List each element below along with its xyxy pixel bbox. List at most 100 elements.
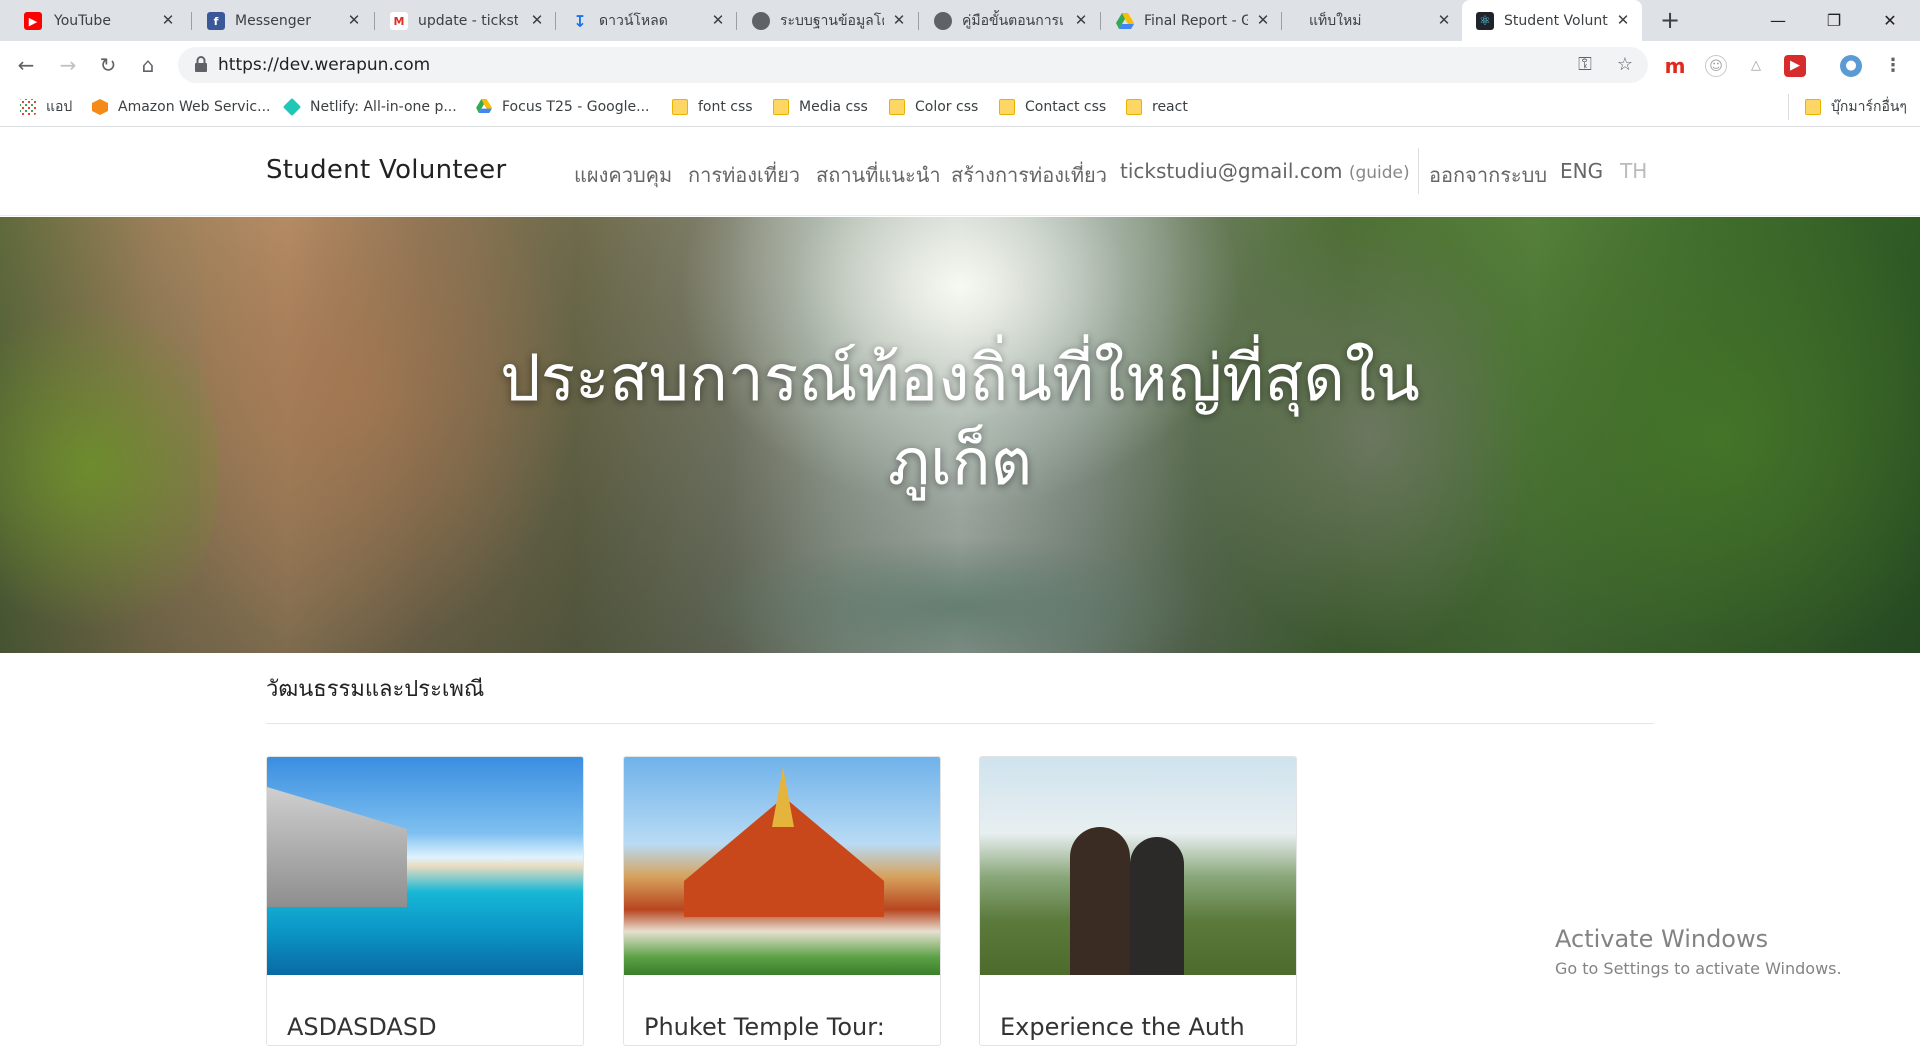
close-icon[interactable]: ✕ bbox=[528, 11, 546, 29]
tab-youtube[interactable]: ▶ YouTube ✕ bbox=[0, 0, 187, 41]
nav-logout[interactable]: ออกจากระบบ bbox=[1429, 159, 1547, 191]
minimize-button[interactable]: — bbox=[1750, 0, 1806, 41]
tab-separator bbox=[918, 12, 919, 30]
google-drive-icon bbox=[476, 99, 492, 115]
bookmark-react[interactable]: react bbox=[1126, 94, 1188, 120]
download-icon: ↧ bbox=[573, 11, 587, 31]
close-icon[interactable]: ✕ bbox=[345, 11, 363, 29]
close-icon[interactable]: ✕ bbox=[890, 11, 908, 29]
close-icon[interactable]: ✕ bbox=[1614, 11, 1632, 29]
browser-tab-strip: ▶ YouTube ✕ f Messenger ✕ M update - tic… bbox=[0, 0, 1920, 41]
folder-icon bbox=[1126, 99, 1142, 115]
new-tab-button[interactable]: + bbox=[1657, 8, 1683, 34]
nav-tours[interactable]: การท่องเที่ยว bbox=[688, 159, 800, 191]
bookmark-netlify[interactable]: Netlify: All-in-one p... bbox=[282, 94, 457, 120]
tab-database[interactable]: ระบบฐานข้อมูลโค ✕ bbox=[738, 0, 918, 41]
globe-icon bbox=[934, 12, 952, 30]
bookmark-label: บุ๊กมาร์กอื่นๆ bbox=[1831, 99, 1907, 115]
reload-button[interactable]: ↻ bbox=[92, 49, 124, 81]
nav-dashboard[interactable]: แผงควบคุม bbox=[574, 159, 672, 191]
extension-face-icon[interactable]: ☺ bbox=[1705, 55, 1727, 77]
bookmark-other[interactable]: บุ๊กมาร์กอื่นๆ bbox=[1788, 94, 1907, 120]
tab-label: ดาวน์โหลด bbox=[599, 12, 668, 29]
tour-card-image[interactable] bbox=[267, 757, 583, 975]
lang-en-link[interactable]: ENG bbox=[1560, 159, 1603, 183]
close-window-button[interactable]: ✕ bbox=[1862, 0, 1918, 41]
bookmark-focus-t25[interactable]: Focus T25 - Google... bbox=[476, 94, 649, 120]
restore-button[interactable]: ❐ bbox=[1806, 0, 1862, 41]
lang-th-link[interactable]: TH bbox=[1620, 159, 1647, 183]
tab-label: แท็บใหม่ bbox=[1309, 12, 1362, 29]
tab-label: Messenger bbox=[235, 12, 312, 29]
close-icon[interactable]: ✕ bbox=[1435, 11, 1453, 29]
tab-student-volunteer[interactable]: ⚛ Student Volunt ✕ bbox=[1462, 0, 1642, 41]
tab-manual[interactable]: คู่มือขั้นตอนการเ ✕ bbox=[920, 0, 1100, 41]
extension-media-icon[interactable]: ▶ bbox=[1784, 55, 1806, 77]
tab-final-report[interactable]: Final Report - G ✕ bbox=[1102, 0, 1282, 41]
url-text[interactable]: https://dev.werapun.com bbox=[218, 55, 430, 75]
close-icon[interactable]: ✕ bbox=[159, 11, 177, 29]
bookmark-color-css[interactable]: Color css bbox=[889, 94, 978, 120]
close-icon[interactable]: ✕ bbox=[1254, 11, 1272, 29]
nav-create-tour[interactable]: สร้างการท่องเที่ยว bbox=[951, 159, 1107, 191]
bookmark-apps[interactable]: แอป bbox=[20, 94, 72, 120]
tour-card-title[interactable]: Experience the Auth bbox=[1000, 1013, 1245, 1041]
close-icon[interactable]: ✕ bbox=[709, 11, 727, 29]
temple-spire-shape bbox=[772, 767, 794, 827]
tab-downloads[interactable]: ↧ ดาวน์โหลด ✕ bbox=[557, 0, 737, 41]
apps-grid-icon bbox=[20, 99, 36, 115]
bookmark-aws[interactable]: Amazon Web Servic... bbox=[92, 94, 270, 120]
nav-user-account[interactable]: tickstudiu@gmail.com (guide) bbox=[1120, 159, 1410, 183]
bookmark-contact-css[interactable]: Contact css bbox=[999, 94, 1106, 120]
extension-tree-icon[interactable]: △ bbox=[1745, 55, 1767, 77]
hero-foliage-shape bbox=[0, 277, 220, 653]
person-shape bbox=[1130, 837, 1184, 975]
address-bar[interactable]: https://dev.werapun.com ⚿ ☆ bbox=[178, 47, 1648, 83]
tour-card-image[interactable] bbox=[624, 757, 940, 975]
bookmark-label: react bbox=[1152, 99, 1188, 115]
hero-water-shape bbox=[700, 537, 1220, 653]
bookmark-font-css[interactable]: font css bbox=[672, 94, 753, 120]
tab-label: คู่มือขั้นตอนการเ bbox=[962, 12, 1064, 29]
hero-title-line: ภูเก็ต bbox=[887, 426, 1033, 500]
back-button[interactable]: ← bbox=[10, 49, 42, 81]
folder-icon bbox=[773, 99, 789, 115]
tour-card[interactable]: Experience the Auth bbox=[979, 756, 1297, 1046]
tab-new-tab[interactable]: แท็บใหม่ ✕ bbox=[1283, 0, 1463, 41]
key-icon[interactable]: ⚿ bbox=[1574, 54, 1596, 76]
netlify-icon bbox=[282, 97, 302, 117]
tab-separator bbox=[1281, 12, 1282, 30]
forward-button[interactable]: → bbox=[52, 49, 84, 81]
person-shape bbox=[1070, 827, 1130, 975]
globe-icon bbox=[752, 12, 770, 30]
tour-card-title[interactable]: Phuket Temple Tour: bbox=[644, 1013, 885, 1041]
facebook-icon: f bbox=[207, 12, 225, 30]
hero-foliage-shape bbox=[1460, 217, 1920, 653]
profile-avatar[interactable]: ● bbox=[1840, 55, 1862, 77]
tab-gmail[interactable]: M update - tickstu ✕ bbox=[376, 0, 556, 41]
bookmark-label: แอป bbox=[46, 99, 73, 115]
bookmarks-bar: แอป Amazon Web Servic... Netlify: All-in… bbox=[0, 88, 1920, 127]
hero-title: ประสบการณ์ท้องถิ่นที่ใหญ่ที่สุดใน ภูเก็ต bbox=[460, 337, 1460, 505]
tab-messenger[interactable]: f Messenger ✕ bbox=[193, 0, 373, 41]
tour-card-title[interactable]: ASDASDASD bbox=[287, 1013, 437, 1041]
site-brand[interactable]: Student Volunteer bbox=[266, 155, 506, 185]
tab-separator bbox=[555, 12, 556, 30]
folder-icon bbox=[999, 99, 1015, 115]
menu-kebab-icon[interactable]: ⋮ bbox=[1882, 55, 1904, 77]
tour-card[interactable]: ASDASDASD bbox=[266, 756, 584, 1046]
tour-card[interactable]: Phuket Temple Tour: bbox=[623, 756, 941, 1046]
bookmark-label: Focus T25 - Google... bbox=[502, 99, 650, 115]
star-icon[interactable]: ☆ bbox=[1614, 54, 1636, 76]
home-button[interactable]: ⌂ bbox=[132, 49, 164, 81]
watermark-subtitle: Go to Settings to activate Windows. bbox=[1555, 959, 1842, 978]
bookmark-media-css[interactable]: Media css bbox=[773, 94, 868, 120]
tour-card-image[interactable] bbox=[980, 757, 1296, 975]
bookmark-label: Color css bbox=[915, 99, 979, 115]
browser-toolbar: ← → ↻ ⌂ https://dev.werapun.com ⚿ ☆ m ☺ … bbox=[0, 41, 1920, 88]
tab-separator bbox=[736, 12, 737, 30]
lock-icon[interactable] bbox=[194, 56, 212, 74]
extension-m-icon[interactable]: m bbox=[1664, 55, 1686, 77]
close-icon[interactable]: ✕ bbox=[1072, 11, 1090, 29]
nav-places[interactable]: สถานที่แนะนำ bbox=[816, 159, 941, 191]
